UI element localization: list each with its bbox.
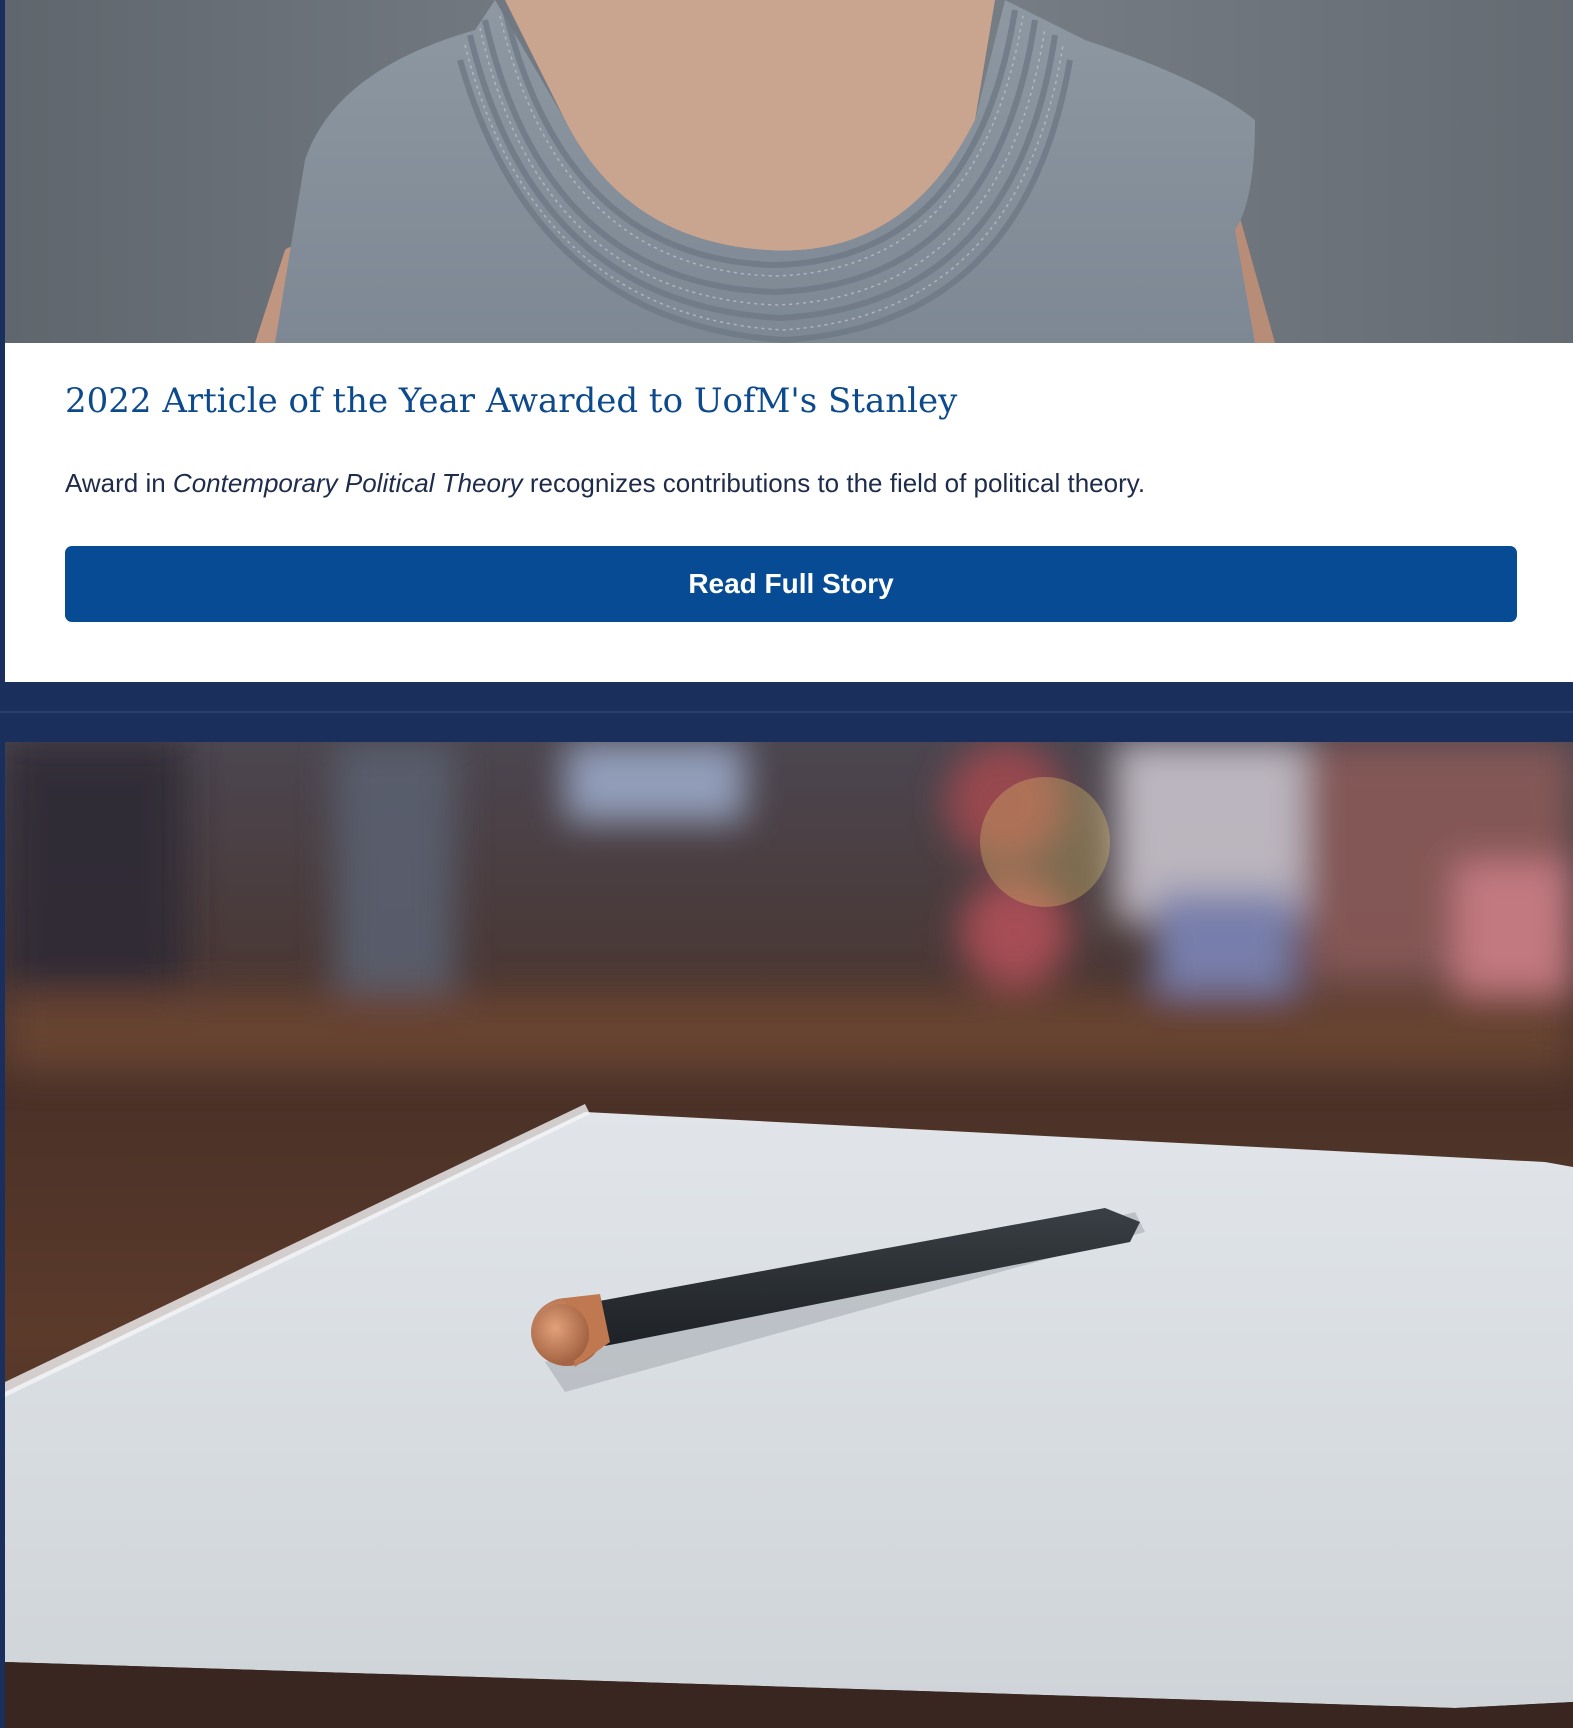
article-photo-portrait[interactable] — [5, 0, 1573, 343]
article-description: Award in Contemporary Political Theory r… — [65, 467, 1145, 501]
divider-line — [0, 711, 1573, 713]
newsletter-page: 2022 Article of the Year Awarded to UofM… — [0, 0, 1573, 1728]
journal-name: Contemporary Political Theory — [172, 468, 523, 498]
description-suffix: recognizes contributions to the field of… — [522, 468, 1146, 498]
pen-paper-image — [5, 742, 1573, 1728]
description-prefix: Award in — [65, 468, 173, 498]
portrait-image — [5, 0, 1573, 343]
article-photo-pen-paper[interactable] — [5, 742, 1573, 1728]
article-card: 2022 Article of the Year Awarded to UofM… — [5, 343, 1573, 682]
article-title[interactable]: 2022 Article of the Year Awarded to UofM… — [65, 379, 957, 423]
read-full-story-button[interactable]: Read Full Story — [65, 546, 1517, 622]
